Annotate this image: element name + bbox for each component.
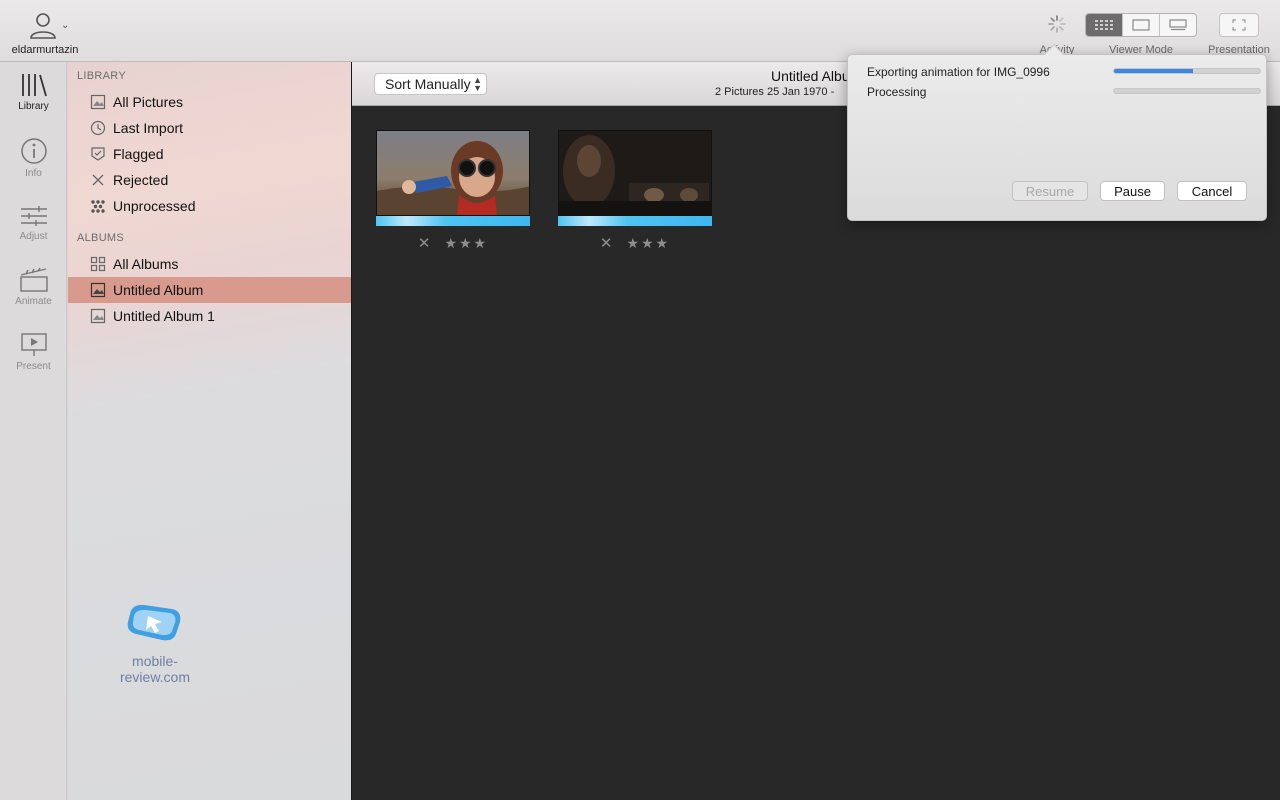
watermark-text: mobile-review.com [119,653,191,685]
album-icon [90,282,106,298]
sidebar-item-last-import[interactable]: Last Import [68,115,351,141]
fullscreen-icon [1232,19,1246,31]
toolbar: ⌄ eldarmurtazin Activity [0,0,1280,62]
grid-icon [90,256,106,272]
single-view-icon [1132,19,1150,31]
sidebar-item-all-pictures[interactable]: All Pictures [68,89,351,115]
presentation-control: Presentation [1200,0,1278,62]
thumbnail-2[interactable]: ✕ ★★★ [558,130,712,252]
sidebar-item-label: All Pictures [113,94,184,110]
filmstrip-view-button[interactable] [1159,14,1196,36]
sidebar-item-untitled-album[interactable]: Untitled Album [68,277,351,303]
module-rail: Library Info Adjust Animate Present [0,62,67,800]
library-heading: LIBRARY [77,70,126,82]
sidebar-item-all-albums[interactable]: All Albums [68,251,351,277]
chevron-down-icon: ⌄ [61,20,70,31]
user-icon [30,13,56,39]
album-subtitle: 2 Pictures 25 Jan 1970 - [715,86,835,98]
rail-adjust[interactable]: Adjust [0,204,67,242]
rating-row: ✕ ★★★ [376,234,530,252]
grid-view-button[interactable] [1086,14,1122,36]
star-rating[interactable]: ★★★ [444,235,488,251]
sidebar-item-unprocessed[interactable]: Unprocessed [68,193,351,219]
watermark: mobile-review.com [100,600,210,685]
flag-icon [90,146,106,162]
star-rating[interactable]: ★★★ [626,235,670,251]
updown-chevron-icon: ▲ ▼ [473,75,482,93]
rail-present[interactable]: Present [0,332,67,372]
sidebar-item-label: Unprocessed [113,198,196,214]
thumbnail-image [376,130,530,216]
dots-icon [90,198,106,214]
sort-popup-button[interactable]: Sort Manually ▲ ▼ [374,73,487,95]
rail-info[interactable]: Info [0,137,67,179]
info-icon [20,138,47,164]
task-progress-bar [1113,88,1261,94]
user-name: eldarmurtazin [11,44,79,56]
sort-label: Sort Manually [385,76,471,92]
rail-animate[interactable]: Animate [0,267,67,307]
sidebar-item-label: Last Import [113,120,184,136]
rail-present-label: Present [16,361,51,372]
rating-row: ✕ ★★★ [558,234,712,252]
watermark-logo [127,604,181,641]
viewer-mode-segmented [1085,13,1197,37]
viewer-mode-control: Viewer Mode [1085,0,1197,62]
reject-button[interactable]: ✕ [418,235,433,252]
sidebar-item-label: Rejected [113,172,169,188]
resume-button[interactable]: Resume [1012,181,1088,201]
grid-icon [1095,20,1113,30]
single-view-button[interactable] [1122,14,1159,36]
sidebar-item-label: Untitled Album [113,282,204,298]
rail-adjust-label: Adjust [19,231,48,242]
rail-animate-label: Animate [15,296,52,307]
sidebar-item-label: All Albums [113,256,179,272]
presentation-icon [20,333,47,356]
sidebar-item-label: Flagged [113,146,164,162]
task-label: Exporting animation for IMG_0996 [867,65,1050,79]
cancel-button[interactable]: Cancel [1177,181,1247,201]
progress-strip [558,216,712,226]
spinner-icon [1048,15,1066,33]
library-icon [21,74,47,97]
thumbnail-image [558,130,712,216]
sidebar-item-flagged[interactable]: Flagged [68,141,351,167]
presentation-button[interactable] [1219,13,1259,37]
album-icon [90,308,106,324]
albums-heading: ALBUMS [77,232,125,244]
sidebar: LIBRARY All Pictures Last Import Flagged… [68,62,351,800]
thumbnail-1[interactable]: ✕ ★★★ [376,130,530,252]
filmstrip-icon [1169,19,1187,31]
rail-library-label: Library [18,101,49,112]
clock-icon [90,120,106,136]
task-label: Processing [867,85,927,99]
activity-popover: Exporting animation for IMG_0996 Process… [847,44,1267,221]
sidebar-item-rejected[interactable]: Rejected [68,167,351,193]
progress-fill [1114,69,1193,73]
sidebar-item-untitled-album-1[interactable]: Untitled Album 1 [68,303,351,329]
clapperboard-icon [19,267,48,292]
photo-icon [90,94,106,110]
task-progress-bar [1113,68,1261,74]
reject-button[interactable]: ✕ [600,235,615,252]
sliders-icon [20,206,47,226]
x-icon [90,172,106,188]
sidebar-item-label: Untitled Album 1 [113,308,215,324]
progress-strip [376,216,530,226]
pause-button[interactable]: Pause [1100,181,1165,201]
rail-info-label: Info [25,168,42,179]
rail-library[interactable]: Library [0,72,67,112]
